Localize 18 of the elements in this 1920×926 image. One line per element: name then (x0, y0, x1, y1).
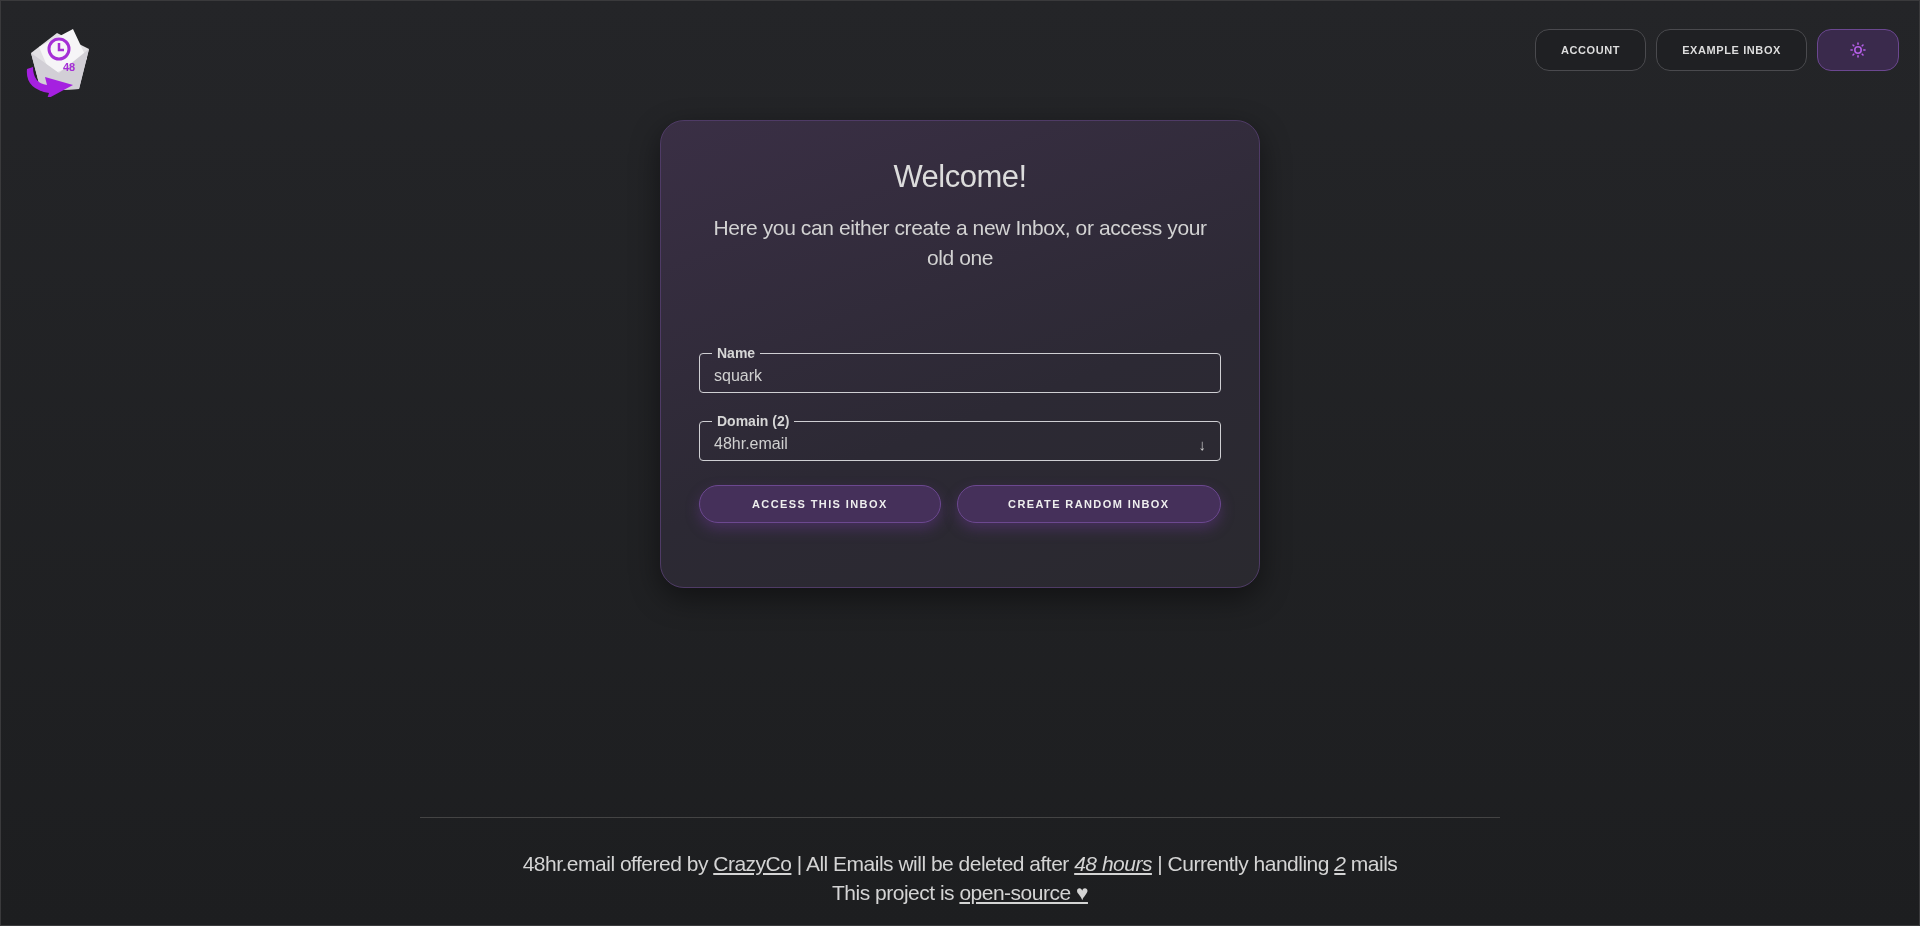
welcome-title: Welcome! (892, 159, 1028, 195)
footer-link[interactable]: CrazyCo (713, 852, 792, 875)
footer-text: This project is open-source ♥ (831, 880, 1089, 906)
nav-button[interactable]: EXAMPLE INBOX (1656, 29, 1807, 71)
field-label: Domain (2) (716, 413, 791, 429)
footer-link[interactable]: 2 (1334, 852, 1346, 875)
action-button[interactable]: ACCESS THIS INBOX (699, 485, 941, 523)
name-field[interactable]: Name squark (699, 345, 1221, 393)
theme-toggle-button[interactable] (1817, 29, 1899, 71)
footer-link[interactable]: 48 hours (1074, 852, 1152, 875)
footer-link[interactable]: open-source ♥ (959, 881, 1088, 904)
sun-icon (1850, 42, 1866, 58)
welcome-text: Here you can either create a new Inbox, or access your old one (712, 215, 1208, 271)
field-label: Name (716, 345, 757, 361)
footer-text: 48hr.email offered by CrazyCo | All Emails will be deleted after 48 hours | Currently handling 2 mails (521, 851, 1399, 877)
action-button[interactable]: CREATE RANDOM INBOX (956, 485, 1221, 523)
nav-button[interactable]: ACCOUNT (1534, 29, 1647, 71)
domain-select[interactable]: Domain (2) 48hr.email ↓ (699, 413, 1221, 461)
